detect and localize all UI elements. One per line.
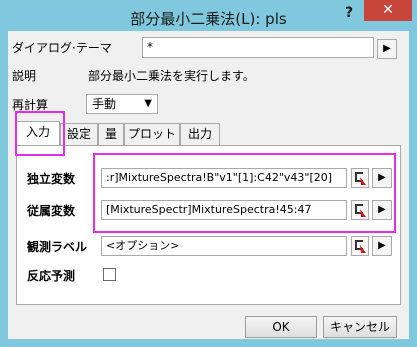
highlight-box-fields (93, 153, 396, 233)
cancel-button[interactable]: キャンセル (323, 316, 397, 338)
arrow-right-icon: ▶ (383, 43, 391, 54)
observation-label: 観測ラベル (27, 240, 88, 254)
title-bar[interactable]: 部分最小二乗法(L): pls ? ✕ (0, 0, 417, 32)
tab-plots[interactable]: プロット (124, 123, 180, 145)
tab-quantities[interactable]: 量 (98, 123, 124, 145)
range-picker-icon (355, 240, 366, 253)
recalc-value: 手動 (92, 97, 117, 111)
predict-checkbox[interactable] (103, 268, 116, 281)
dialog-window: 部分最小二乗法(L): pls ? ✕ ダイアログ·テーマ * ▶ 説明 部分最… (0, 0, 417, 347)
theme-menu-button[interactable]: ▶ (377, 39, 397, 59)
close-button[interactable]: ✕ (364, 0, 412, 21)
dialog-body: ダイアログ·テーマ * ▶ 説明 部分最小二乗法を実行します。 再計算 手動 ▼… (8, 31, 409, 339)
observation-field[interactable]: <オプション> (101, 236, 347, 256)
description-label: 説明 (12, 69, 37, 83)
independent-label: 独立変数 (27, 172, 76, 186)
observation-menu-button[interactable]: ▶ (372, 236, 392, 256)
theme-label: ダイアログ·テーマ (12, 41, 112, 55)
ok-button[interactable]: OK (245, 316, 317, 338)
tab-settings[interactable]: 設定 (60, 123, 98, 145)
arrow-right-icon: ▶ (378, 240, 386, 251)
dependent-label: 従属変数 (27, 204, 76, 218)
highlight-box-tab (15, 111, 65, 156)
description-text: 部分最小二乗法を実行します。 (88, 69, 255, 83)
predict-label: 反応予測 (27, 269, 76, 283)
theme-field[interactable]: * (142, 37, 374, 58)
help-button[interactable]: ? (338, 3, 360, 23)
chevron-down-icon: ▼ (144, 98, 152, 109)
tab-output[interactable]: 出力 (180, 123, 220, 145)
observation-picker-button[interactable] (351, 236, 369, 256)
recalc-select[interactable]: 手動 ▼ (86, 94, 158, 114)
